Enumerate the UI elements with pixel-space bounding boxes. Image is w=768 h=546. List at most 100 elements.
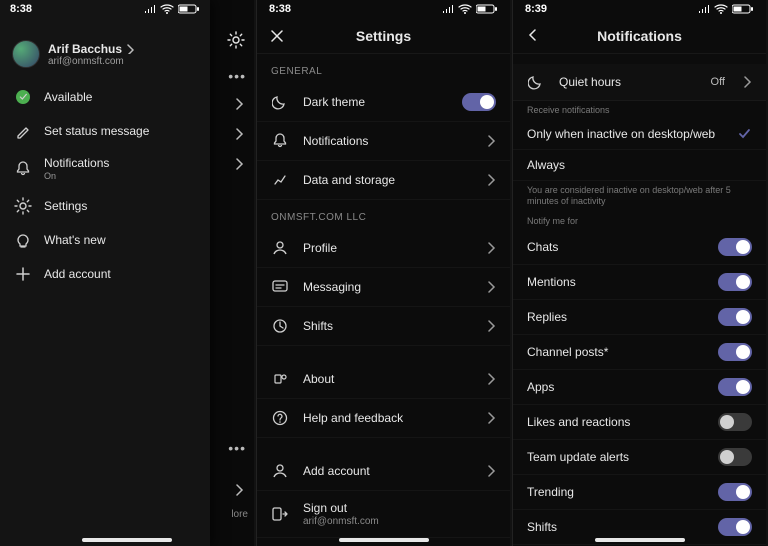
chevron-right-icon bbox=[487, 281, 496, 293]
row-about[interactable]: About bbox=[257, 360, 510, 399]
message-icon bbox=[271, 278, 289, 296]
option-always[interactable]: Always bbox=[513, 150, 766, 181]
signal-icon bbox=[698, 5, 710, 14]
status-bar: 8:38 bbox=[257, 0, 510, 18]
edit-icon bbox=[14, 122, 32, 140]
row-sub: arif@onmsft.com bbox=[303, 516, 496, 527]
toggle-channel-posts[interactable] bbox=[718, 343, 752, 361]
moon-icon bbox=[527, 73, 545, 91]
drawer-item-presence[interactable]: Available bbox=[0, 80, 210, 114]
chevron-right-icon bbox=[235, 128, 244, 140]
row-likes: Likes and reactions bbox=[513, 405, 766, 440]
bell-icon bbox=[14, 160, 32, 178]
back-button[interactable] bbox=[523, 26, 543, 46]
drawer-item-notifications[interactable]: Notifications On bbox=[0, 148, 210, 189]
row-label: Channel posts* bbox=[527, 345, 704, 359]
dark-theme-toggle[interactable] bbox=[462, 93, 496, 111]
toggle-chats[interactable] bbox=[718, 238, 752, 256]
chevron-right-icon bbox=[487, 242, 496, 254]
drawer-item-add-account[interactable]: Add account bbox=[0, 257, 210, 291]
section-org: ONMSFT.COM LLC bbox=[257, 200, 510, 229]
profile-icon bbox=[271, 239, 289, 257]
drawer-item-label: What's new bbox=[44, 233, 106, 247]
home-indicator[interactable] bbox=[595, 538, 685, 542]
chevron-right-icon bbox=[126, 44, 134, 54]
row-label: Likes and reactions bbox=[527, 415, 704, 429]
chevron-right-icon bbox=[487, 412, 496, 424]
row-label: Sign out bbox=[303, 501, 496, 515]
row-label: Shifts bbox=[303, 319, 473, 333]
row-channel-posts: Channel posts* bbox=[513, 335, 766, 370]
option-label: Only when inactive on desktop/web bbox=[527, 127, 724, 141]
close-button[interactable] bbox=[267, 26, 287, 46]
chevron-right-icon bbox=[487, 320, 496, 332]
chevron-right-icon bbox=[487, 174, 496, 186]
signout-icon bbox=[271, 505, 289, 523]
row-label: Profile bbox=[303, 241, 473, 255]
toggle-likes[interactable] bbox=[718, 413, 752, 431]
row-apps: Apps bbox=[513, 370, 766, 405]
row-label: Team update alerts bbox=[527, 450, 704, 464]
chevron-right-icon bbox=[487, 465, 496, 477]
row-quiet-hours[interactable]: Quiet hours Off bbox=[513, 64, 766, 101]
battery-icon bbox=[178, 4, 200, 14]
more-icon[interactable]: ••• bbox=[228, 440, 246, 456]
gear-icon[interactable] bbox=[226, 30, 246, 50]
drawer-item-label: Add account bbox=[44, 267, 111, 281]
option-inactive[interactable]: Only when inactive on desktop/web bbox=[513, 119, 766, 150]
more-icon[interactable]: ••• bbox=[228, 68, 246, 84]
row-shifts[interactable]: Shifts bbox=[257, 307, 510, 346]
profile-header[interactable]: Arif Bacchus arif@onmsft.com bbox=[0, 30, 210, 72]
toggle-replies[interactable] bbox=[718, 308, 752, 326]
battery-icon bbox=[732, 4, 754, 14]
drawer-item-sub: On bbox=[44, 171, 109, 181]
row-messaging[interactable]: Messaging bbox=[257, 268, 510, 307]
drawer-item-status-message[interactable]: Set status message bbox=[0, 114, 210, 148]
row-help[interactable]: Help and feedback bbox=[257, 399, 510, 438]
chevron-right-icon bbox=[743, 76, 752, 88]
option-label: Always bbox=[527, 158, 752, 172]
settings-header: Settings bbox=[257, 18, 510, 54]
toggle-team-updates[interactable] bbox=[718, 448, 752, 466]
row-sign-out[interactable]: Sign out arif@onmsft.com bbox=[257, 491, 510, 538]
section-receive-label: Receive notifications bbox=[513, 101, 766, 119]
drawer-item-settings[interactable]: Settings bbox=[0, 189, 210, 223]
row-label: Help and feedback bbox=[303, 411, 473, 425]
screen-settings: 8:38 Settings GENERAL Dark theme Notific… bbox=[256, 0, 510, 546]
toggle-trending[interactable] bbox=[718, 483, 752, 501]
toggle-apps[interactable] bbox=[718, 378, 752, 396]
row-profile[interactable]: Profile bbox=[257, 229, 510, 268]
teams-icon bbox=[271, 370, 289, 388]
page-title: Notifications bbox=[551, 28, 728, 44]
battery-icon bbox=[476, 4, 498, 14]
row-replies: Replies bbox=[513, 300, 766, 335]
screen-notifications: 8:39 Notifications Quiet hours Off Recei… bbox=[512, 0, 766, 546]
row-notifications[interactable]: Notifications bbox=[257, 122, 510, 161]
signal-icon bbox=[442, 5, 454, 14]
row-team-updates: Team update alerts bbox=[513, 440, 766, 475]
row-data-storage[interactable]: Data and storage bbox=[257, 161, 510, 200]
row-label: Quiet hours bbox=[559, 75, 697, 89]
gear-icon bbox=[14, 197, 32, 215]
drawer-item-whats-new[interactable]: What's new bbox=[0, 223, 210, 257]
drawer-item-label: Set status message bbox=[44, 124, 149, 138]
wifi-icon bbox=[160, 4, 174, 14]
row-chats: Chats bbox=[513, 230, 766, 265]
page-title: Settings bbox=[295, 28, 472, 44]
row-label: Add account bbox=[303, 464, 473, 478]
row-label: Apps bbox=[527, 380, 704, 394]
home-indicator[interactable] bbox=[82, 538, 172, 542]
toggle-shifts[interactable] bbox=[718, 518, 752, 536]
row-label: About bbox=[303, 372, 473, 386]
background-content: ••• ••• lore bbox=[210, 0, 254, 546]
check-icon bbox=[738, 128, 752, 140]
add-account-icon bbox=[271, 462, 289, 480]
bell-icon bbox=[271, 132, 289, 150]
row-dark-theme[interactable]: Dark theme bbox=[257, 83, 510, 122]
notifications-header: Notifications bbox=[513, 18, 766, 54]
home-indicator[interactable] bbox=[339, 538, 429, 542]
data-icon bbox=[271, 171, 289, 189]
row-trending: Trending bbox=[513, 475, 766, 510]
toggle-mentions[interactable] bbox=[718, 273, 752, 291]
row-add-account[interactable]: Add account bbox=[257, 452, 510, 491]
